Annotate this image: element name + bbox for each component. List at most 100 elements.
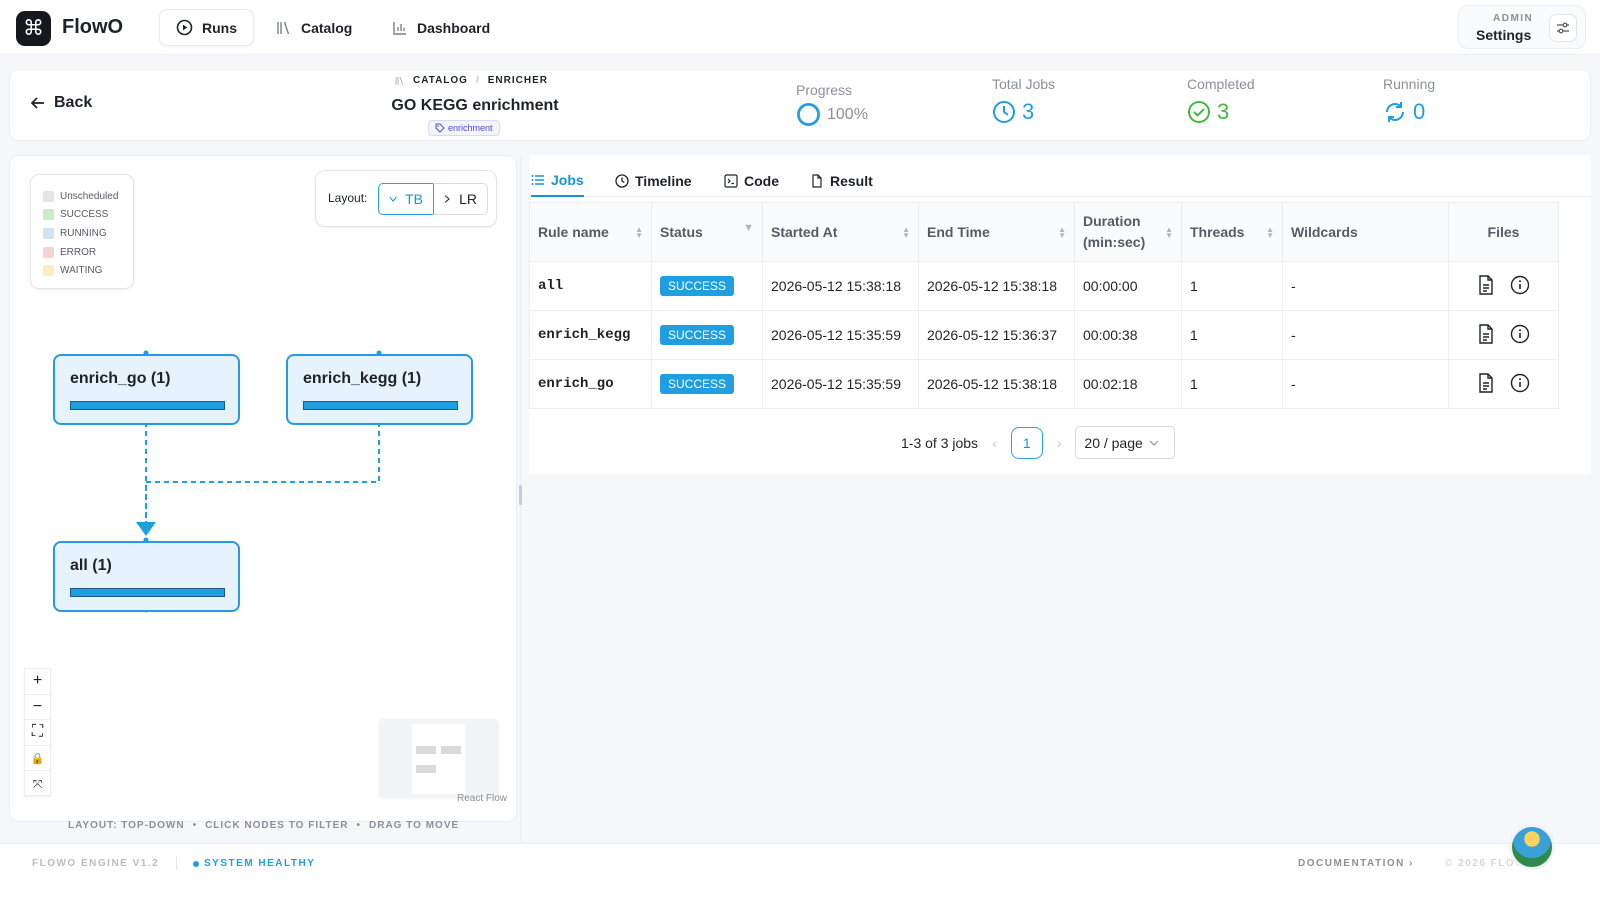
sort-icon[interactable]: ▲ ▼ [635,226,643,240]
page-1-button[interactable]: 1 [1010,426,1043,459]
info-icon[interactable] [1510,324,1530,344]
cell-rule: enrich_go [529,359,652,409]
minimap-viewport [412,724,465,794]
node-progress-bar [303,401,458,410]
zoom-in-icon[interactable]: + [25,669,50,695]
sort-icon[interactable]: ▲ ▼ [1266,226,1274,240]
avatar[interactable] [1509,824,1555,870]
legend-label: WAITING [60,265,103,277]
tab-timeline[interactable]: Timeline [615,164,692,197]
minimap[interactable] [379,719,498,797]
minimap-node [416,746,436,754]
tab-jobs[interactable]: Jobs [531,164,584,197]
tab-code-label: Code [744,172,779,189]
tag-badge[interactable]: enrichment [428,120,500,136]
sort-icon[interactable]: ▲ ▼ [1058,226,1066,240]
cell-threads: 1 [1181,261,1283,311]
col-threads[interactable]: Threads ▲ ▼ [1181,202,1283,262]
file-text-icon[interactable] [1476,323,1496,344]
terminal-icon [724,173,738,188]
tag-icon [435,123,445,133]
info-icon[interactable] [1510,373,1530,393]
resize-handle[interactable] [519,485,522,505]
status-legend: Unscheduled SUCCESS RUNNING ERROR WAITIN… [30,174,134,289]
tab-result[interactable]: Result [810,164,873,197]
edge-enrich-kegg-to-all [145,422,380,526]
layout-lr-button[interactable]: LR [433,183,488,215]
legend-item: ERROR [43,243,133,262]
documentation-link[interactable]: DOCUMENTATION › [1298,858,1414,869]
stat-total-label: Total Jobs [992,76,1056,92]
cell-rule: enrich_kegg [529,310,652,360]
health-dot-icon [193,861,199,867]
react-flow-attribution[interactable]: React Flow [457,793,507,804]
nav-dashboard[interactable]: Dashboard [376,9,506,46]
legend-swatch [43,190,54,202]
cell-end: 2026-05-12 15:38:18 [918,359,1075,409]
chevron-left-icon[interactable]: ‹ [992,435,997,451]
cell-duration: 00:00:38 [1074,310,1182,360]
cell-end: 2026-05-12 15:36:37 [918,310,1075,360]
cell-rule: all [529,261,652,311]
chevron-right-icon [444,195,450,203]
nav-runs[interactable]: Runs [159,9,254,46]
layout-tb-button[interactable]: TB [378,183,434,215]
node-progress-bar [70,401,225,410]
library-icon [395,76,404,85]
chevron-down-icon [1149,440,1159,446]
layout-lr-label: LR [459,191,477,207]
sort-icon[interactable]: ▲ ▼ [1165,226,1173,240]
node-label: all (1) [70,557,112,574]
dag-node-enrich-go[interactable]: enrich_go (1) [53,354,240,425]
dag-node-enrich-kegg[interactable]: enrich_kegg (1) [286,354,473,425]
nav-catalog-label: Catalog [301,19,353,36]
stat-completed-value: 3 [1217,99,1230,124]
node-progress-bar [70,588,225,597]
table-row[interactable]: enrich_go SUCCESS 2026-05-12 15:35:59 20… [529,359,1559,409]
col-rule-name[interactable]: Rule name ▲ ▼ [529,202,652,262]
cell-files [1448,310,1559,360]
info-icon[interactable] [1510,275,1530,295]
app-logo-icon[interactable]: ⌘ [16,11,51,46]
app-name[interactable]: FlowO [62,16,123,39]
nav-catalog[interactable]: Catalog [260,9,368,46]
file-text-icon[interactable] [1476,274,1496,295]
workflow-header: Back CATALOG / ENRICHER GO KEGG enrichme… [9,69,1591,141]
sliders-icon [1549,14,1577,42]
col-end-time[interactable]: End Time ▲ ▼ [918,202,1075,262]
col-status[interactable]: Status ▼ [651,202,763,262]
col-wildcards: Wildcards [1282,202,1449,262]
settings-button[interactable]: ADMIN Settings [1458,5,1586,49]
dag-node-all[interactable]: all (1) [53,541,240,612]
zoom-out-icon[interactable]: − [25,695,50,721]
table-row[interactable]: all SUCCESS 2026-05-12 15:38:18 2026-05-… [529,261,1559,311]
cell-status: SUCCESS [651,261,763,311]
page-size-select[interactable]: 20 / page [1075,426,1176,459]
fit-view-icon[interactable]: ⛶ [25,720,50,746]
legend-swatch [43,227,54,239]
legend-label: Unscheduled [60,190,119,202]
arrowhead-icon [136,522,156,536]
expand-icon[interactable]: ⤧ [25,771,50,797]
lock-icon[interactable]: 🔒 [25,746,50,772]
cell-wildcards: - [1282,261,1449,311]
chevron-right-icon[interactable]: › [1057,435,1062,451]
stat-running-label: Running [1383,76,1436,92]
col-files: Files [1448,202,1559,262]
breadcrumb-catalog[interactable]: CATALOG [413,75,468,86]
sort-icon[interactable]: ▲ ▼ [902,226,910,240]
file-icon [812,173,822,188]
col-duration[interactable]: Duration (min:sec) ▲ ▼ [1074,202,1182,262]
file-text-icon[interactable] [1476,372,1496,393]
col-started-at[interactable]: Started At ▲ ▼ [762,202,919,262]
stat-completed-label: Completed [1187,76,1255,92]
table-row[interactable]: enrich_kegg SUCCESS 2026-05-12 15:35:59 … [529,310,1559,360]
hint-layout: LAYOUT: TOP-DOWN [68,820,185,831]
breadcrumb-enricher[interactable]: ENRICHER [488,75,548,86]
tab-code[interactable]: Code [724,164,779,197]
layout-switcher: Layout: TB LR [315,170,497,227]
library-icon [277,21,290,34]
dag-panel[interactable]: Unscheduled SUCCESS RUNNING ERROR WAITIN… [9,155,517,822]
filter-icon[interactable]: ▼ [743,223,754,234]
cell-threads: 1 [1181,310,1283,360]
